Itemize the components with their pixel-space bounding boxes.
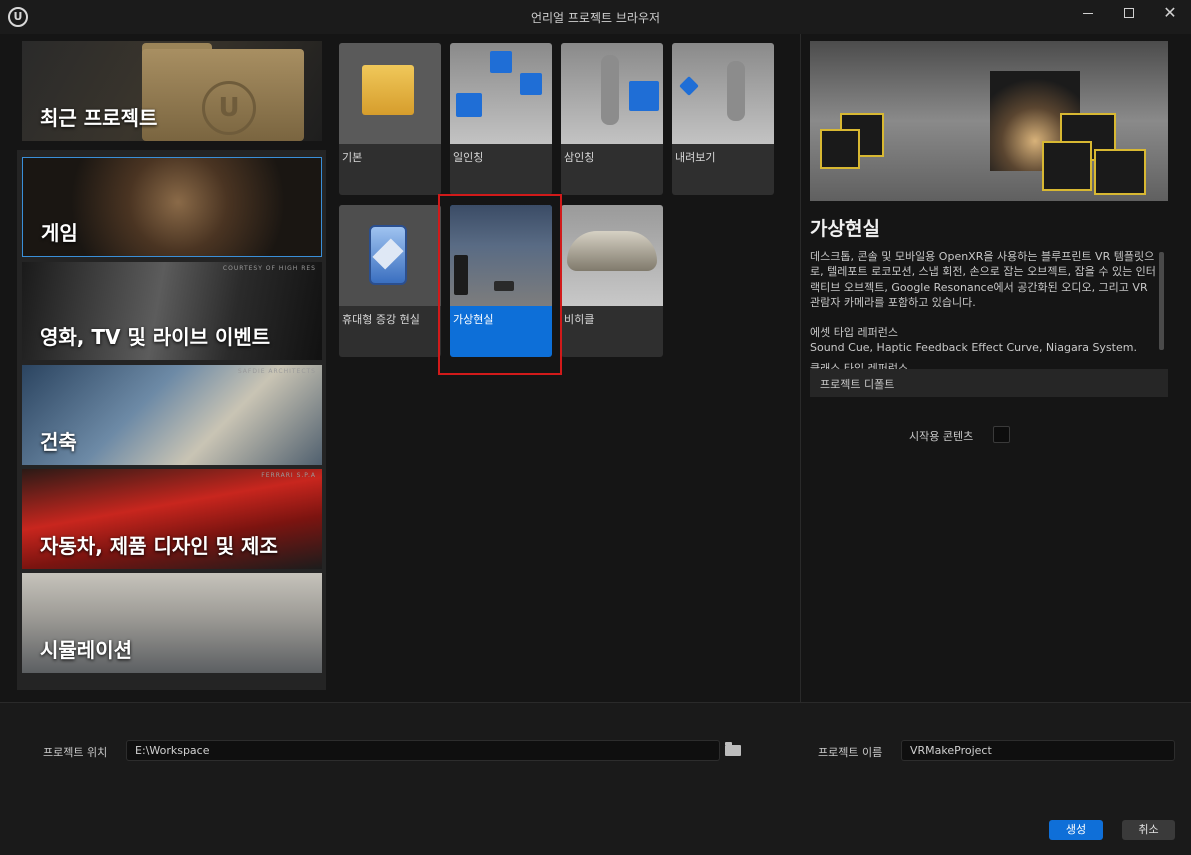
template-label: 비히클 <box>564 313 595 326</box>
car-icon <box>567 231 657 271</box>
category-label: 게임 <box>41 221 78 245</box>
mannequin-figure <box>601 55 619 125</box>
project-location-input[interactable] <box>126 740 720 761</box>
template-tile-vehicle[interactable]: 비히클 <box>561 205 663 357</box>
image-credit: SAFDIE ARCHITECTS <box>237 368 316 375</box>
category-architecture[interactable]: SAFDIE ARCHITECTS 건축 <box>22 365 322 465</box>
template-label: 삼인칭 <box>564 151 595 164</box>
template-label: 기본 <box>342 151 363 164</box>
description-scrollbar[interactable] <box>1159 252 1164 350</box>
asset-ref-heading: 에셋 타입 레퍼런스 <box>810 326 898 340</box>
template-thumbnail <box>561 205 663 306</box>
project-name-input[interactable] <box>901 740 1175 761</box>
category-recent-projects[interactable]: U 최근 프로젝트 <box>22 41 322 141</box>
section-label: 프로젝트 디폴트 <box>820 378 895 391</box>
minimize-icon[interactable] <box>1070 4 1106 24</box>
divider <box>800 34 801 702</box>
template-description: 데스크톱, 콘솔 및 모바일용 OpenXR을 사용하는 블루프린트 VR 템플… <box>810 249 1156 369</box>
image-credit: COURTESY OF HIGH RES <box>222 265 316 272</box>
ue-emblem-icon: U <box>202 81 256 135</box>
category-label: 건축 <box>40 430 77 454</box>
template-title: 가상현실 <box>810 218 880 240</box>
bottom-bar <box>0 702 1191 855</box>
category-label: 영화, TV 및 라이브 이벤트 <box>40 325 271 349</box>
create-button[interactable]: 생성 <box>1049 820 1103 840</box>
mannequin-figure <box>727 61 745 121</box>
asset-ref-text: Sound Cue, Haptic Feedback Effect Curve,… <box>810 341 1137 355</box>
template-thumbnail <box>339 205 441 306</box>
template-tile-blank[interactable]: 기본 <box>339 43 441 195</box>
category-simulation[interactable]: 시뮬레이션 <box>22 573 322 673</box>
category-automotive[interactable]: FERRARI S.P.A 자동차, 제품 디자인 및 제조 <box>22 469 322 569</box>
template-label: 내려보기 <box>675 151 716 164</box>
class-ref-heading: 클래스 타입 레퍼런스 <box>810 361 909 369</box>
template-thumbnail <box>561 43 663 144</box>
template-tile-handheld-ar[interactable]: 휴대형 증강 현실 <box>339 205 441 357</box>
project-location-label: 프로젝트 위치 <box>43 746 108 759</box>
template-tile-third-person[interactable]: 삼인칭 <box>561 43 663 195</box>
project-name-label: 프로젝트 이름 <box>818 746 883 759</box>
starter-content-checkbox[interactable] <box>993 426 1010 443</box>
close-icon[interactable]: ✕ <box>1152 4 1188 24</box>
category-label: 자동차, 제품 디자인 및 제조 <box>40 534 278 558</box>
category-games[interactable]: 게임 <box>22 157 322 257</box>
title-bar: U 언리얼 프로젝트 브라우저 ✕ <box>0 0 1191 34</box>
template-label: 일인칭 <box>453 151 484 164</box>
image-credit: FERRARI S.P.A <box>261 472 316 479</box>
template-tile-top-down[interactable]: 내려보기 <box>672 43 774 195</box>
template-preview-image <box>810 41 1168 201</box>
category-film-tv-live[interactable]: COURTESY OF HIGH RES 영화, TV 및 라이브 이벤트 <box>22 262 322 360</box>
template-thumbnail <box>672 43 774 144</box>
category-label: 시뮬레이션 <box>40 638 132 662</box>
phone-icon <box>369 225 407 285</box>
folder-icon <box>362 65 414 115</box>
maximize-icon[interactable] <box>1111 4 1147 24</box>
template-thumbnail <box>339 43 441 144</box>
window-title: 언리얼 프로젝트 브라우저 <box>530 11 661 25</box>
cancel-button[interactable]: 취소 <box>1122 820 1175 840</box>
category-label: 최근 프로젝트 <box>40 106 158 130</box>
template-tile-first-person[interactable]: 일인칭 <box>450 43 552 195</box>
template-thumbnail <box>450 43 552 144</box>
selection-highlight <box>438 194 562 375</box>
project-defaults-section[interactable]: 프로젝트 디폴트 <box>810 369 1168 397</box>
folder-browse-icon[interactable] <box>725 742 741 756</box>
starter-content-label: 시작용 콘텐츠 <box>909 430 974 443</box>
template-label: 휴대형 증강 현실 <box>342 313 420 326</box>
